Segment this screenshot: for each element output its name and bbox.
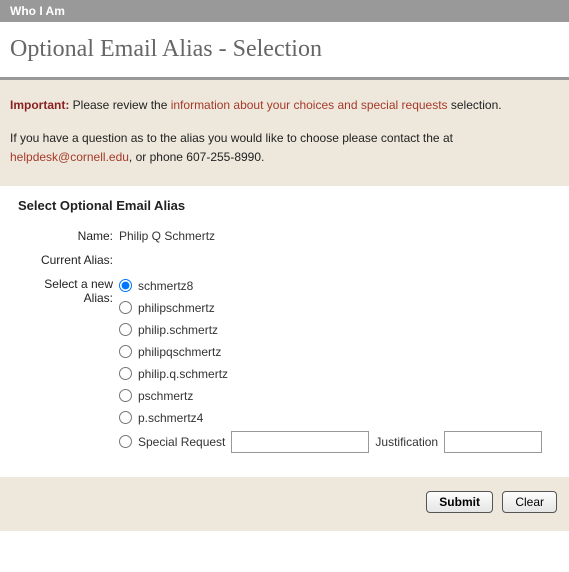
alias-option-special-request[interactable]: Special Request Justification [119,431,551,453]
alias-option-label: philip.schmertz [138,321,218,339]
alias-option-label: Special Request [138,435,225,449]
alias-option[interactable]: p.schmertz4 [119,409,551,427]
alias-option-label: schmertz8 [138,277,193,295]
question-lead: If you have a question as to the alias y… [10,131,453,145]
submit-button[interactable]: Submit [426,491,493,513]
select-alias-label: Select a new Alias: [18,277,119,305]
button-bar: Submit Clear [0,477,569,531]
page-title: Optional Email Alias - Selection [10,36,559,63]
alias-radio[interactable] [119,389,132,402]
phone-tail: , or phone 607-255-8990. [129,150,264,164]
alias-option[interactable]: philipschmertz [119,299,551,317]
justification-label: Justification [375,435,438,449]
current-alias-label: Current Alias: [18,253,119,267]
alias-radio[interactable] [119,301,132,314]
alias-option[interactable]: philipqschmertz [119,343,551,361]
alias-option-label: philip.q.schmertz [138,365,228,383]
important-lead: Please review the [69,98,170,112]
top-bar: Who I Am [0,0,569,22]
name-row: Name: Philip Q Schmertz [18,229,551,243]
question-paragraph: If you have a question as to the alias y… [10,129,559,167]
alias-radio[interactable] [119,279,132,292]
alias-option[interactable]: philip.schmertz [119,321,551,339]
clear-button[interactable]: Clear [502,491,557,513]
current-alias-row: Current Alias: [18,253,551,267]
alias-option-label: philipqschmertz [138,343,221,361]
alias-radio[interactable] [119,323,132,336]
helpdesk-email-link[interactable]: helpdesk@cornell.edu [10,150,129,164]
alias-option[interactable]: philip.q.schmertz [119,365,551,383]
special-request-input[interactable] [231,431,369,453]
select-alias-label-line1: Select a new [44,277,113,291]
important-tail: selection. [448,98,502,112]
alias-option-label: p.schmertz4 [138,409,203,427]
important-paragraph: Important: Please review the information… [10,96,559,115]
alias-radio[interactable] [119,435,132,448]
alias-option[interactable]: pschmertz [119,387,551,405]
alias-radio[interactable] [119,345,132,358]
choices-link[interactable]: information about your choices and speci… [171,98,448,112]
info-block: Important: Please review the information… [0,80,569,186]
app-title: Who I Am [10,4,65,18]
important-label: Important: [10,98,69,112]
name-value: Philip Q Schmertz [119,229,551,243]
alias-radio[interactable] [119,367,132,380]
alias-option-label: philipschmertz [138,299,215,317]
alias-option[interactable]: schmertz8 [119,277,551,295]
select-alias-row: Select a new Alias: schmertz8 philipschme… [18,277,551,453]
select-alias-label-line2: Alias: [84,291,113,305]
title-area: Optional Email Alias - Selection [0,22,569,77]
name-label: Name: [18,229,119,243]
form-heading: Select Optional Email Alias [18,198,551,213]
alias-radio-group: schmertz8 philipschmertz philip.schmertz ph… [119,277,551,453]
justification-input[interactable] [444,431,542,453]
form-panel: Select Optional Email Alias Name: Philip… [10,186,559,477]
current-alias-value [119,253,551,267]
alias-option-label: pschmertz [138,387,193,405]
alias-radio[interactable] [119,411,132,424]
